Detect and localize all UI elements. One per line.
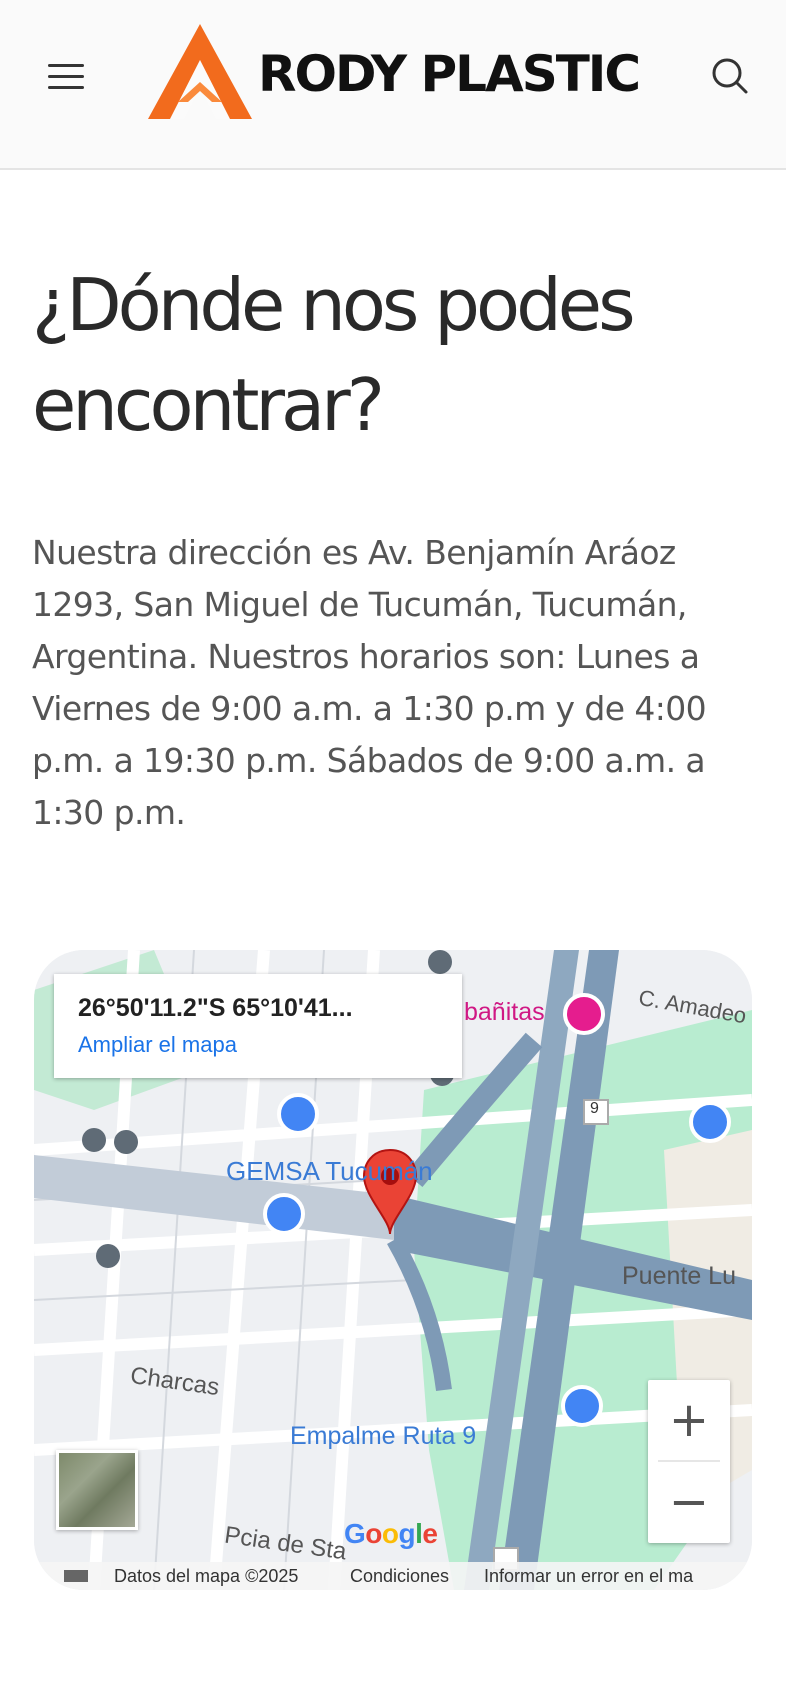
- hamburger-menu-icon[interactable]: [44, 58, 88, 94]
- map-label-puente: Puente Lu: [622, 1262, 736, 1290]
- map-label-cabanitas: bañitas: [464, 998, 545, 1026]
- address-and-hours: Nuestra dirección es Av. Benjamín Aráoz …: [32, 533, 707, 832]
- search-icon[interactable]: [710, 56, 750, 96]
- map-info-card: 26°50'11.2"S 65°10'41... Ampliar el mapa: [54, 974, 462, 1078]
- route-shield-label: 9: [590, 1100, 599, 1117]
- enlarge-map-link[interactable]: Ampliar el mapa: [78, 1032, 237, 1058]
- brand-name: RODY PLASTIC: [258, 44, 641, 103]
- google-logo-letter: o: [365, 1518, 382, 1549]
- map-report-error-link[interactable]: Informar un error en el ma: [484, 1566, 693, 1587]
- rody-plastic-logo-icon: [148, 24, 252, 119]
- site-header: RODY PLASTIC: [0, 0, 786, 170]
- google-logo: Google: [344, 1518, 438, 1550]
- brand-logo[interactable]: RODY PLASTIC: [148, 24, 641, 119]
- map-coordinates: 26°50'11.2"S 65°10'41...: [78, 994, 353, 1022]
- map-zoom-controls: + −: [648, 1380, 730, 1543]
- google-logo-letter: G: [344, 1518, 366, 1549]
- google-logo-letter: e: [422, 1518, 438, 1549]
- keyboard-shortcuts-icon[interactable]: [64, 1570, 88, 1582]
- map-terms-link[interactable]: Condiciones: [350, 1566, 449, 1587]
- embedded-map[interactable]: bañitas C. Amadeo GEMSA Tucumán Puente L…: [34, 950, 752, 1590]
- satellite-toggle[interactable]: [56, 1450, 138, 1530]
- google-logo-letter: g: [398, 1518, 416, 1549]
- map-data-credit: Datos del mapa ©2025: [114, 1566, 299, 1586]
- map-label-gemsa: GEMSA Tucumán: [226, 1156, 433, 1186]
- map-attribution-bar: Datos del mapa ©2025 Condiciones Informa…: [34, 1562, 752, 1590]
- zoom-out-button[interactable]: −: [648, 1462, 730, 1542]
- zoom-in-button[interactable]: +: [648, 1380, 730, 1460]
- map-label-empalme: Empalme Ruta 9: [290, 1422, 477, 1450]
- page-title: ¿Dónde nos podes encontrar?: [32, 263, 636, 447]
- google-logo-letter: o: [381, 1518, 399, 1549]
